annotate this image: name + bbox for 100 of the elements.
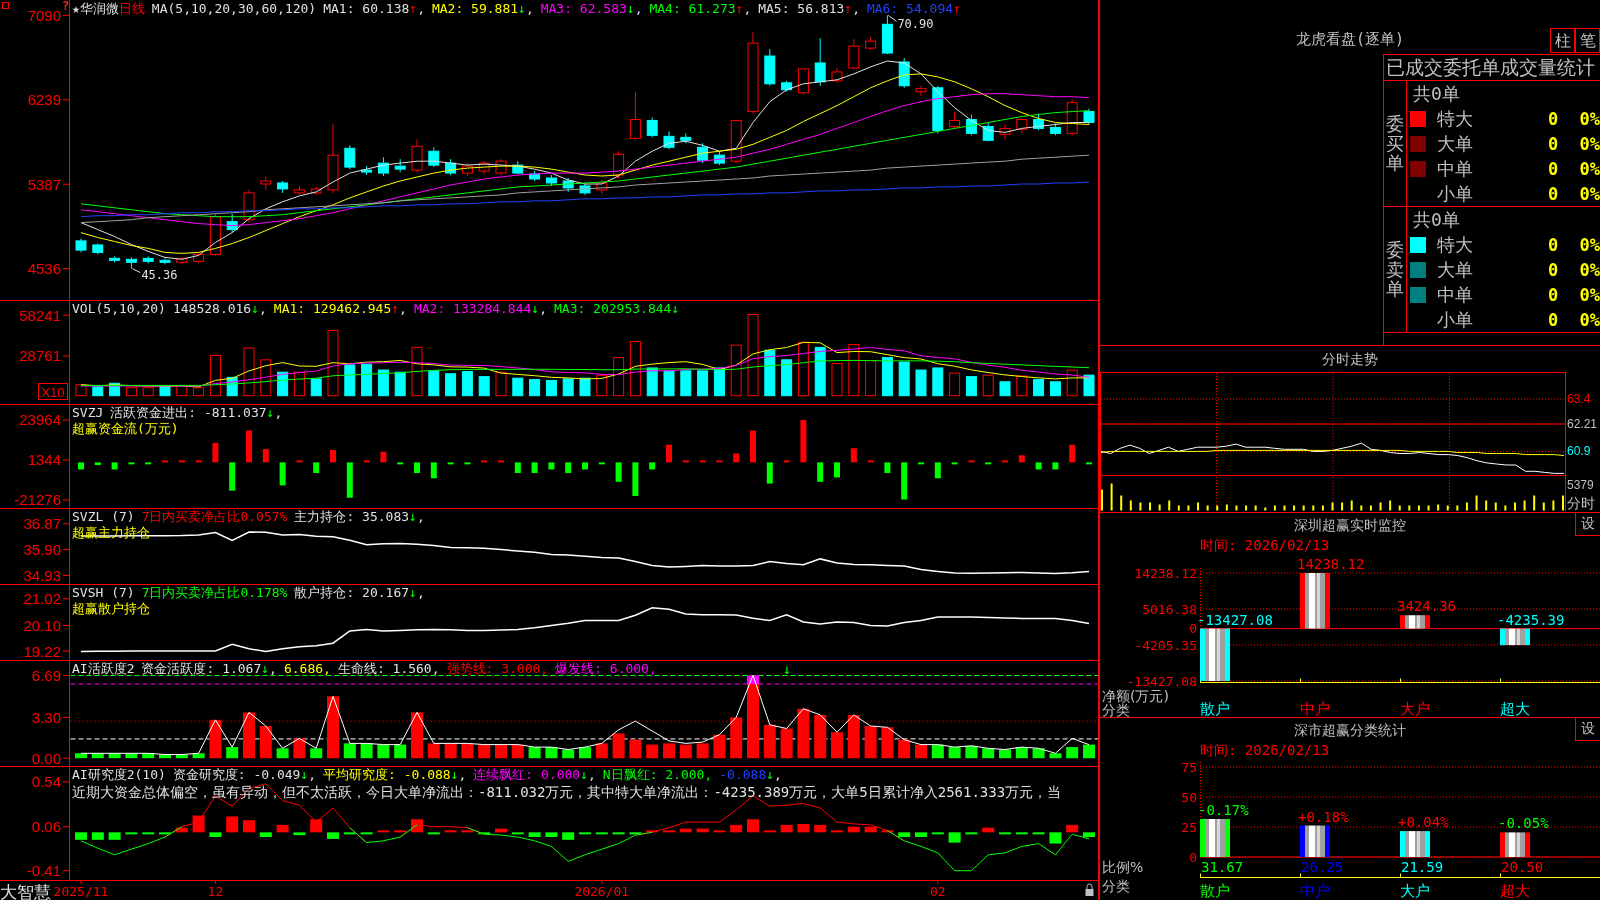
flow-bar: [397, 462, 404, 465]
date-label: 02: [929, 884, 946, 899]
candlestick: [865, 36, 877, 51]
timestamp: 时间: 2026/02/13: [1200, 742, 1330, 758]
flow-bar: [514, 462, 521, 473]
settings-button[interactable]: 设: [1575, 718, 1600, 741]
order-share: 0%: [1579, 259, 1600, 280]
value-label: 26.25: [1301, 859, 1344, 875]
order-count: 0: [1547, 158, 1559, 179]
value-label: 31.67: [1201, 859, 1244, 875]
axis-title: 净额(万元): [1102, 688, 1169, 704]
flow-bar: [162, 460, 168, 463]
legend-item: MA(5,10,20,30,60,120): [151, 1, 317, 17]
flow-bar: [531, 462, 538, 473]
legend-item: AI活跃度2: [72, 661, 135, 677]
legend-item: 强势线: 3.000,: [446, 661, 549, 677]
candlestick: [260, 176, 272, 191]
flow-bar: [178, 460, 185, 463]
flow-bar: [867, 460, 874, 463]
axis-label: 58241: [19, 306, 61, 324]
flow-bar: [766, 462, 773, 484]
panel-title: 分时走势: [1322, 351, 1378, 367]
axis-label: 23964: [19, 411, 61, 429]
legend-item: 7日内买卖净占比0.057%: [141, 509, 288, 525]
candlestick: [915, 85, 927, 97]
flow-bar: [481, 460, 488, 463]
candlestick: [562, 177, 574, 193]
view-button[interactable]: 笔: [1575, 28, 1600, 53]
candlestick: [159, 257, 171, 265]
candlestick: [327, 123, 339, 194]
legend-item: -0.088↓,: [719, 767, 782, 783]
candlestick: [209, 213, 221, 257]
axis-label: 5387: [27, 175, 61, 193]
candlestick: [932, 85, 944, 134]
change-label: +0.04%: [1398, 814, 1449, 831]
axis-label: 63.4: [1567, 392, 1591, 407]
candlestick: [428, 146, 440, 168]
stock-title: ★华润微 日线: [72, 1, 145, 17]
candlestick: [613, 150, 625, 180]
candlestick: [999, 123, 1011, 140]
flow-bar: [884, 462, 891, 473]
table-title: 已成交委托单成交量统计: [1386, 56, 1595, 78]
flow-bar: [985, 462, 992, 465]
legend-item: MA1: 129462.945↑,: [273, 301, 407, 317]
legend-item: MA3: 62.583↓,: [540, 1, 643, 17]
candlestick: [512, 160, 524, 175]
order-type: 特大: [1437, 232, 1473, 257]
candlestick: [92, 242, 104, 255]
flow-bar: [498, 460, 504, 463]
flow-bar: [229, 462, 236, 491]
axis-label: 34.93: [23, 566, 61, 584]
axis-label: 0: [1189, 849, 1197, 865]
lock-icon: [1085, 883, 1094, 896]
candlestick: [646, 117, 658, 138]
order-share: 0%: [1579, 108, 1600, 129]
settings-button[interactable]: 设: [1575, 513, 1600, 536]
order-type: 特大: [1437, 106, 1473, 131]
panel-title: 龙虎看盘(逐单): [1295, 30, 1405, 48]
flow-bar: [968, 460, 975, 463]
flow-bar: [346, 462, 353, 498]
candlestick: [781, 80, 793, 93]
view-button[interactable]: 柱: [1550, 28, 1575, 53]
value-label: -4235.39: [1497, 611, 1565, 628]
axis-label: 20.10: [23, 617, 61, 634]
flow-bar: [800, 419, 807, 463]
order-type: 小单: [1437, 307, 1473, 332]
candlestick: [814, 37, 826, 87]
candlestick: [394, 158, 406, 173]
candlestick: [596, 179, 608, 195]
candlestick: [680, 132, 692, 144]
flow-bar: [901, 462, 908, 500]
order-count: 0: [1547, 309, 1559, 330]
flow-bar: [699, 460, 706, 463]
legend-item: SVZL (7): [72, 509, 135, 525]
legend-item: MA2: 59.881↓,: [431, 1, 534, 17]
order-count: 0: [1547, 183, 1559, 204]
volume-max-label: 5379: [1567, 478, 1594, 492]
flow-bar: [783, 460, 790, 463]
axis-label: 0: [1189, 621, 1197, 637]
candlestick: [898, 57, 910, 89]
flow-bar: [682, 460, 689, 463]
axis-label: 0.00: [31, 749, 61, 766]
annotation: 45.36: [141, 267, 178, 282]
legend-item: MA2: 133284.844↓,: [413, 301, 547, 317]
legend-item: 资金活跃度: 1.067↓,: [141, 661, 277, 677]
axis-label: -21276: [14, 491, 61, 508]
candlestick: [176, 256, 188, 265]
candlestick: [797, 67, 809, 96]
flow-bar: [414, 462, 420, 473]
flow-bar: [1035, 462, 1042, 470]
flow-bar: [649, 462, 656, 470]
candlestick: [361, 165, 373, 176]
axis-label: 35.90: [23, 541, 61, 559]
axis-label: 7090: [27, 6, 61, 24]
flow-bar: [817, 462, 824, 482]
flow-bar: [834, 462, 840, 478]
flow-bar: [918, 462, 924, 465]
axis-label: 3.30: [31, 708, 61, 726]
legend-item: 连续飘红: 0.000↓,: [473, 767, 596, 783]
help-mark[interactable]: ?: [62, 0, 70, 12]
